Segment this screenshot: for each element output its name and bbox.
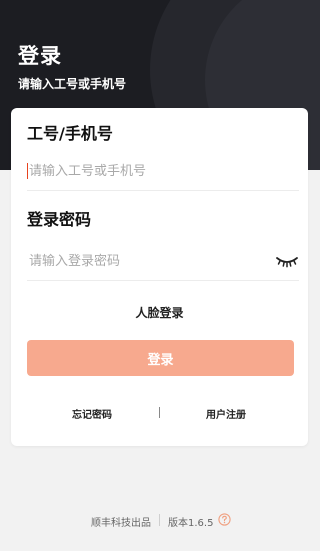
eye-closed-icon[interactable]: [275, 252, 299, 270]
page-subtitle: 请输入工号或手机号: [18, 77, 127, 91]
footer-divider: [159, 514, 160, 526]
footer: 顺丰科技出品 版本1.6.5: [0, 513, 320, 529]
version-label: 版本1.6.5: [168, 518, 214, 529]
face-login-link[interactable]: 人脸登录: [11, 304, 308, 321]
account-field-label: 工号/手机号: [27, 124, 113, 143]
password-field-label: 登录密码: [27, 210, 92, 229]
login-card: 工号/手机号 登录密码 人脸登录 登录 忘记密码 用户注册: [11, 108, 308, 446]
question-circle-icon[interactable]: [218, 513, 231, 526]
forgot-password-link[interactable]: 忘记密码: [42, 406, 142, 421]
company-credit: 顺丰科技出品: [91, 518, 151, 529]
password-input[interactable]: [29, 250, 265, 272]
account-input-row: [27, 152, 299, 191]
register-link[interactable]: 用户注册: [176, 406, 276, 421]
text-caret: [27, 163, 28, 179]
account-input[interactable]: [29, 160, 265, 182]
password-input-row: [27, 242, 299, 281]
link-divider: [159, 407, 160, 418]
page-title: 登录: [18, 44, 62, 68]
login-button[interactable]: 登录: [27, 340, 294, 376]
